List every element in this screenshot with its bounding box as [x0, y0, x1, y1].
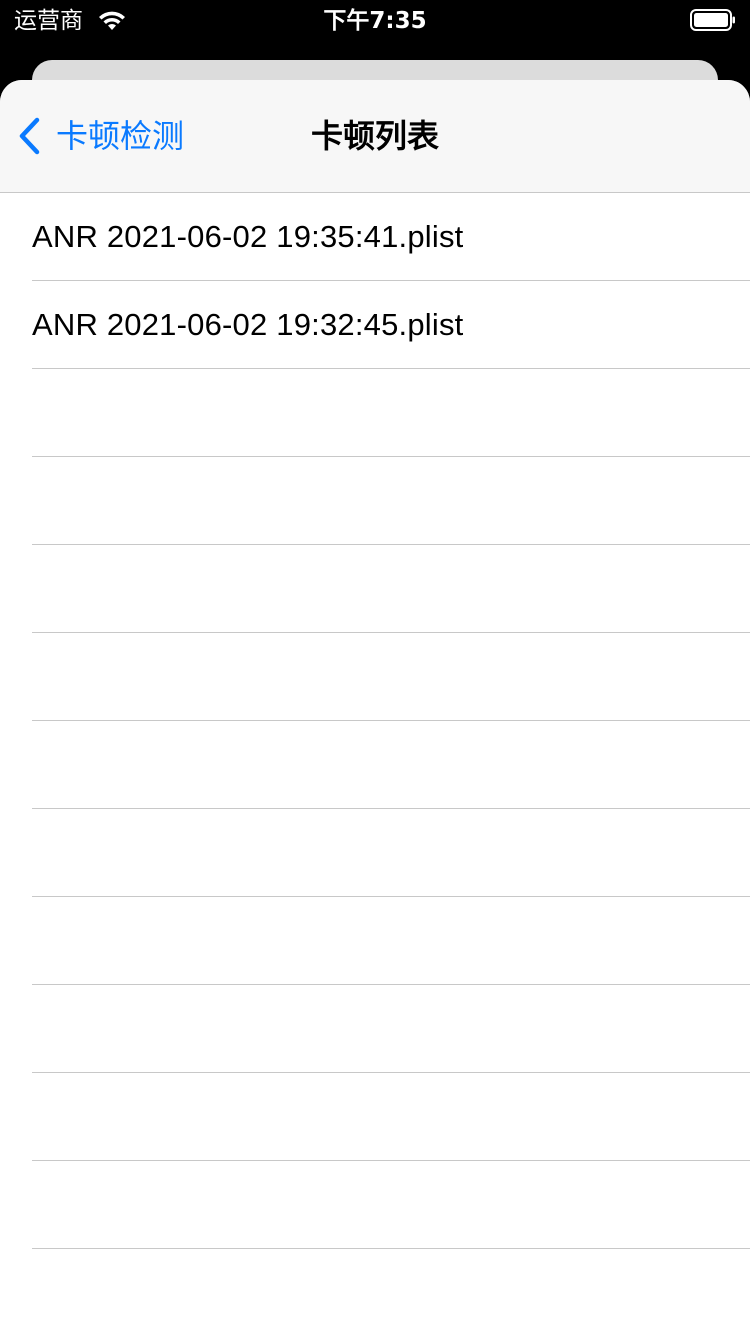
status-bar: 运营商 下午7:35	[0, 0, 750, 40]
empty-row	[32, 369, 750, 457]
navigation-bar: 卡顿检测 卡顿列表	[0, 80, 750, 193]
empty-row	[32, 721, 750, 809]
empty-row	[32, 1161, 750, 1249]
empty-row	[32, 1073, 750, 1161]
anr-file-list: ANR 2021-06-02 19:35:41.plist ANR 2021-0…	[0, 193, 750, 1334]
empty-row	[32, 809, 750, 897]
list-item[interactable]: ANR 2021-06-02 19:35:41.plist	[32, 193, 750, 281]
empty-row	[32, 545, 750, 633]
list-item[interactable]: ANR 2021-06-02 19:32:45.plist	[32, 281, 750, 369]
status-time: 下午7:35	[323, 8, 427, 34]
modal-sheet: 卡顿检测 卡顿列表 ANR 2021-06-02 19:35:41.plist …	[0, 80, 750, 1334]
battery-icon	[690, 9, 735, 31]
empty-row	[32, 985, 750, 1073]
list-item-label: ANR 2021-06-02 19:35:41.plist	[32, 218, 464, 254]
empty-row	[32, 633, 750, 721]
empty-row	[32, 897, 750, 985]
empty-row	[32, 1249, 750, 1334]
app-screen: 运营商 下午7:35 卡顿检测 卡顿列表 ANR 2021-06-02 19:3…	[0, 0, 750, 1334]
empty-row	[32, 457, 750, 545]
page-title: 卡顿列表	[310, 117, 439, 155]
list-item-label: ANR 2021-06-02 19:32:45.plist	[32, 306, 464, 342]
